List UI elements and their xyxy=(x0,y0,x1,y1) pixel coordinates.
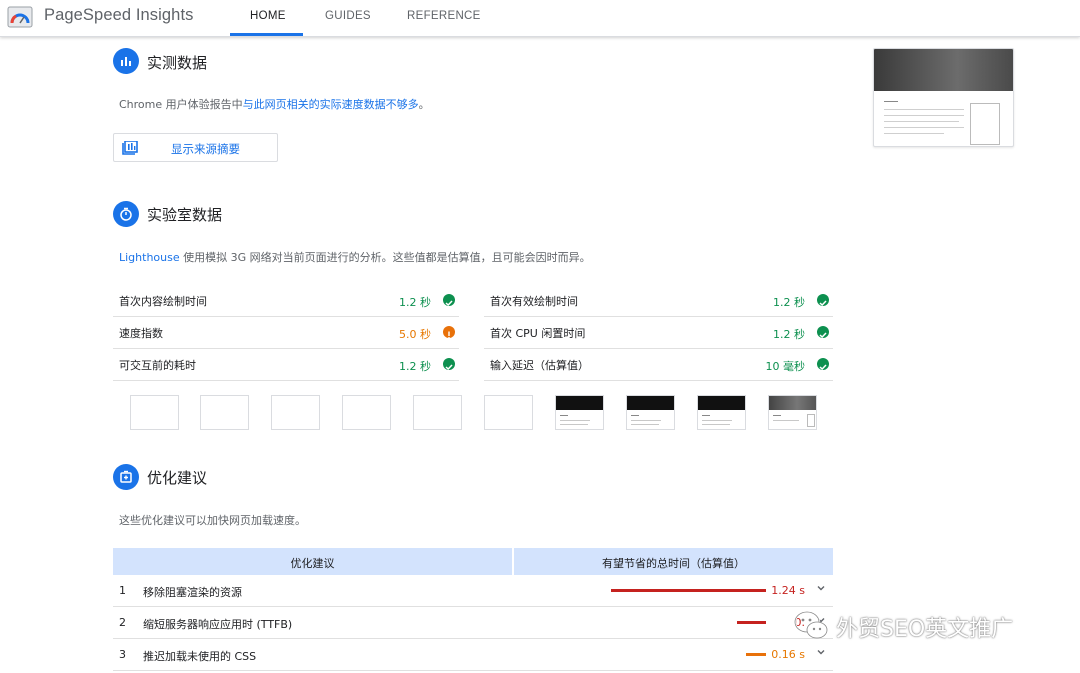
pass-check-icon xyxy=(817,326,829,339)
metric-label: 可交互前的耗时 xyxy=(119,359,196,372)
watermark-text: 外贸SEO英文推广 xyxy=(836,617,1014,642)
filmstrip-frame xyxy=(413,395,462,430)
field-data-title: 实测数据 xyxy=(147,54,208,72)
filmstrip-frame xyxy=(271,395,320,430)
filmstrip-frame xyxy=(555,395,604,430)
opportunity-label: 缩短服务器响应应用时 (TTFB) xyxy=(143,618,293,631)
tab-guides[interactable]: GUIDES xyxy=(325,10,371,22)
metric-fmp: 首次有效绘制时间 1.2 秒 xyxy=(484,285,833,317)
metric-speed-index: 速度指数 5.0 秒 xyxy=(113,317,459,349)
metric-value: 1.2 秒 xyxy=(773,328,805,341)
opportunity-row[interactable]: 1 移除阻塞渲染的资源 1.24 s xyxy=(113,575,833,607)
row-number: 2 xyxy=(119,616,126,629)
field-data-desc-suffix: 。 xyxy=(418,98,430,111)
tab-home[interactable]: HOME xyxy=(250,10,286,22)
metric-value: 1.2 秒 xyxy=(773,296,805,309)
field-data-description: Chrome 用户体验报告中与此网页相关的实际速度数据不够多。 xyxy=(119,96,430,112)
pass-check-icon xyxy=(817,358,829,371)
metric-label: 首次有效绘制时间 xyxy=(490,295,578,308)
filmstrip-frame xyxy=(768,395,817,430)
opportunity-row[interactable]: 3 推迟加载未使用的 CSS 0.16 s xyxy=(113,639,833,671)
savings-bar xyxy=(737,621,766,624)
opportunities-title: 优化建议 xyxy=(147,469,208,487)
opportunity-label: 移除阻塞渲染的资源 xyxy=(143,586,242,599)
column-header-opportunity: 优化建议 xyxy=(113,548,512,575)
stopwatch-icon xyxy=(113,201,139,227)
chevron-down-icon[interactable] xyxy=(816,583,826,593)
opportunity-row[interactable]: 2 缩短服务器响应应用时 (TTFB) 0. xyxy=(113,607,833,639)
savings-value: 1.24 s xyxy=(771,584,805,597)
show-origin-summary-label: 显示来源摘要 xyxy=(171,142,240,156)
filmstrip-frame xyxy=(342,395,391,430)
savings-bar xyxy=(611,589,766,592)
average-info-icon xyxy=(443,326,455,339)
summary-icon xyxy=(122,141,138,155)
pass-check-icon xyxy=(443,358,455,371)
metric-value: 1.2 秒 xyxy=(399,296,431,309)
lab-data-desc-rest: 使用模拟 3G 网络对当前页面进行的分析。这些值都是估算值，且可能会因时而异。 xyxy=(179,251,591,264)
metric-tti: 可交互前的耗时 1.2 秒 xyxy=(113,349,459,381)
savings-bar xyxy=(746,653,766,656)
metric-label: 首次 CPU 闲置时间 xyxy=(490,327,586,340)
pass-check-icon xyxy=(817,294,829,307)
page-screenshot-thumbnail xyxy=(873,48,1014,147)
field-data-link[interactable]: 与此网页相关的实际速度数据不够多 xyxy=(243,98,419,111)
bar-chart-icon xyxy=(113,48,139,74)
show-origin-summary-button[interactable]: 显示来源摘要 xyxy=(113,133,278,162)
filmstrip-frame xyxy=(697,395,746,430)
column-header-savings: 有望节省的总时间（估算值） xyxy=(514,548,833,575)
field-data-desc-prefix: Chrome 用户体验报告中 xyxy=(119,98,243,111)
metric-label: 输入延迟（估算值） xyxy=(490,359,589,372)
wechat-icon xyxy=(793,610,828,639)
metric-first-cpu-idle: 首次 CPU 闲置时间 1.2 秒 xyxy=(484,317,833,349)
row-number: 1 xyxy=(119,584,126,597)
column-header-label: 有望节省的总时间（估算值） xyxy=(602,557,745,570)
metric-value: 5.0 秒 xyxy=(399,328,431,341)
metric-input-latency: 输入延迟（估算值） 10 毫秒 xyxy=(484,349,833,381)
filmstrip-frame xyxy=(626,395,675,430)
pagespeed-logo-icon[interactable] xyxy=(7,6,33,28)
watermark: 外贸SEO英文推广 xyxy=(791,606,1061,646)
app-title[interactable]: PageSpeed Insights xyxy=(44,6,194,25)
tab-reference[interactable]: REFERENCE xyxy=(407,10,481,22)
opportunity-label: 推迟加载未使用的 CSS xyxy=(143,650,257,663)
active-tab-indicator xyxy=(230,33,303,36)
metric-label: 速度指数 xyxy=(119,327,163,340)
metric-fcp: 首次内容绘制时间 1.2 秒 xyxy=(113,285,459,317)
pass-check-icon xyxy=(443,294,455,307)
thumbnail-hero xyxy=(874,49,1013,91)
filmstrip-frame xyxy=(200,395,249,430)
lab-data-title: 实验室数据 xyxy=(147,206,223,224)
row-number: 3 xyxy=(119,648,126,661)
top-app-bar: PageSpeed Insights HOME GUIDES REFERENCE xyxy=(0,0,1080,37)
opportunity-icon xyxy=(113,464,139,490)
savings-value: 0.16 s xyxy=(771,648,805,661)
filmstrip-frame xyxy=(484,395,533,430)
metric-label: 首次内容绘制时间 xyxy=(119,295,207,308)
filmstrip-frame xyxy=(130,395,179,430)
opportunities-description: 这些优化建议可以加快网页加载速度。 xyxy=(119,514,306,527)
lighthouse-link[interactable]: Lighthouse xyxy=(119,251,180,264)
column-header-label: 优化建议 xyxy=(290,557,335,570)
metric-value: 10 毫秒 xyxy=(765,360,806,373)
chevron-down-icon[interactable] xyxy=(816,647,826,657)
metric-value: 1.2 秒 xyxy=(399,360,431,373)
lab-data-description: Lighthouse 使用模拟 3G 网络对当前页面进行的分析。这些值都是估算值… xyxy=(119,249,591,265)
